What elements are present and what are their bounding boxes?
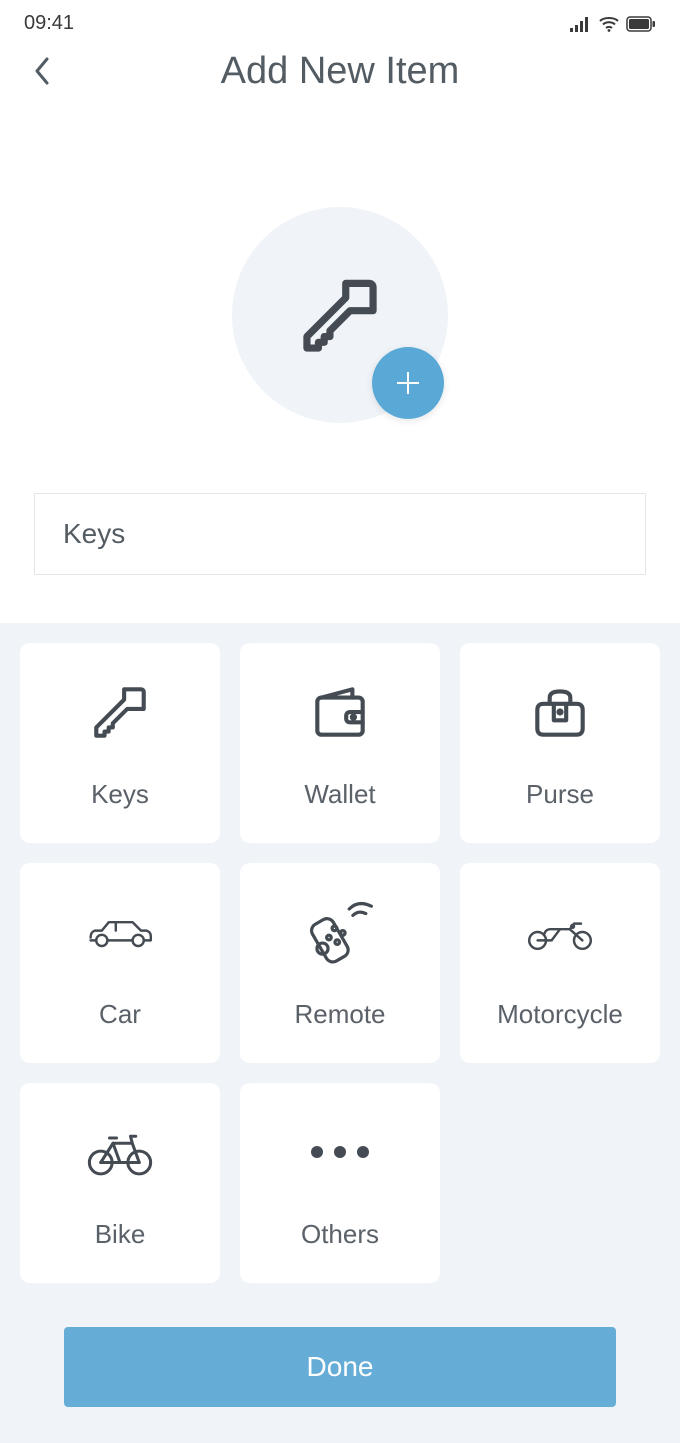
plus-icon (393, 368, 423, 398)
motorcycle-icon (525, 897, 595, 967)
tile-bike[interactable]: Bike (20, 1083, 220, 1283)
status-bar: 09:41 (0, 0, 680, 43)
chevron-left-icon (34, 57, 50, 85)
tile-others[interactable]: Others (240, 1083, 440, 1283)
category-panel: Keys Wallet Purse Car (0, 623, 680, 1443)
status-time: 09:41 (24, 12, 74, 35)
tile-wallet[interactable]: Wallet (240, 643, 440, 843)
tile-label: Keys (91, 779, 149, 810)
tile-remote[interactable]: Remote (240, 863, 440, 1063)
done-button[interactable]: Done (64, 1327, 616, 1407)
tile-car[interactable]: Car (20, 863, 220, 1063)
signal-icon (570, 16, 592, 32)
tile-label: Remote (294, 999, 385, 1030)
name-input-row (0, 493, 680, 623)
battery-icon (626, 16, 656, 32)
key-icon (85, 677, 155, 747)
tile-label: Purse (526, 779, 594, 810)
tile-label: Bike (95, 1219, 146, 1250)
car-icon (85, 897, 155, 967)
tile-label: Motorcycle (497, 999, 623, 1030)
category-grid: Keys Wallet Purse Car (20, 643, 660, 1283)
item-avatar[interactable] (232, 207, 448, 423)
avatar-section (0, 107, 680, 493)
remote-icon (305, 897, 375, 967)
tile-keys[interactable]: Keys (20, 643, 220, 843)
back-button[interactable] (24, 53, 60, 89)
wifi-icon (598, 16, 620, 32)
header: Add New Item (0, 43, 680, 107)
tile-purse[interactable]: Purse (460, 643, 660, 843)
others-icon (305, 1117, 375, 1187)
bike-icon (85, 1117, 155, 1187)
status-icons (570, 16, 656, 32)
key-icon (294, 269, 386, 361)
page-title: Add New Item (24, 50, 656, 93)
tile-label: Others (301, 1219, 379, 1250)
tile-motorcycle[interactable]: Motorcycle (460, 863, 660, 1063)
tile-label: Wallet (304, 779, 375, 810)
item-name-input[interactable] (34, 493, 646, 575)
purse-icon (525, 677, 595, 747)
wallet-icon (305, 677, 375, 747)
done-bar: Done (0, 1327, 680, 1407)
tile-label: Car (99, 999, 141, 1030)
add-photo-button[interactable] (372, 347, 444, 419)
